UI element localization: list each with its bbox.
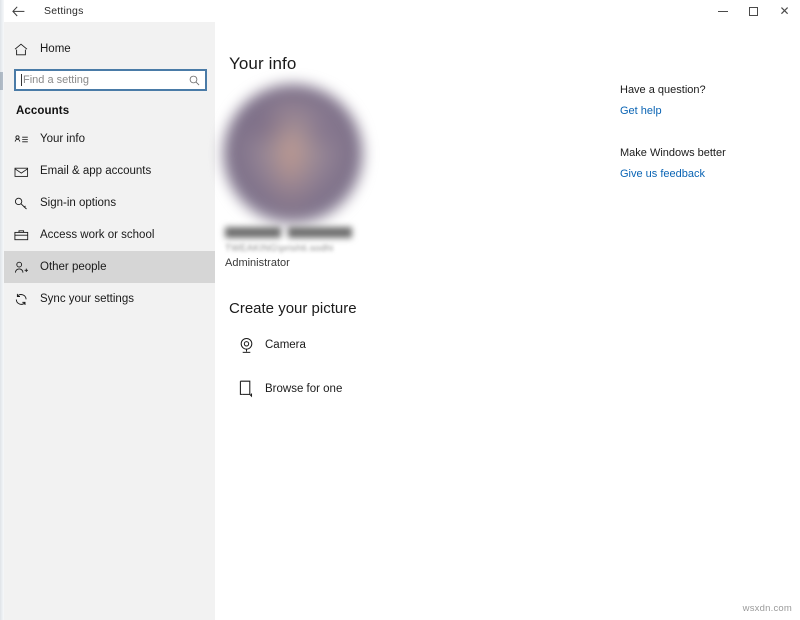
account-domain-user: TWEAKING\prishti.sodhi bbox=[225, 243, 334, 254]
sidebar-item-your-info[interactable]: Your info bbox=[0, 123, 215, 155]
settings-window: Settings ✕ Home Find a setting Accounts … bbox=[0, 0, 800, 620]
title-bar: Settings ✕ bbox=[0, 0, 800, 22]
help-heading-feedback: Make Windows better bbox=[620, 147, 726, 159]
back-button[interactable] bbox=[0, 0, 36, 22]
sidebar-item-other-people-label: Other people bbox=[40, 261, 107, 273]
help-group-feedback: Make Windows better Give us feedback bbox=[620, 147, 800, 182]
maximize-icon bbox=[749, 6, 758, 16]
sidebar-item-access-work-school-label: Access work or school bbox=[40, 229, 155, 241]
account-role: Administrator bbox=[225, 257, 290, 269]
browse-file-icon bbox=[231, 379, 261, 399]
camera-action-label: Camera bbox=[265, 339, 306, 351]
page-title: Your info bbox=[229, 54, 297, 73]
camera-icon bbox=[231, 336, 261, 355]
text-caret bbox=[21, 74, 22, 86]
window-body: Home Find a setting Accounts Your info E… bbox=[0, 22, 800, 620]
give-feedback-link[interactable]: Give us feedback bbox=[620, 168, 705, 180]
sidebar-item-sync-your-settings-label: Sync your settings bbox=[40, 293, 134, 305]
account-name-redacted bbox=[225, 227, 357, 238]
help-rail: Have a question? Get help Make Windows b… bbox=[620, 84, 800, 210]
sync-icon bbox=[14, 293, 40, 306]
search-input[interactable]: Find a setting bbox=[14, 69, 207, 91]
home-icon bbox=[14, 43, 40, 56]
browse-action[interactable]: Browse for one bbox=[231, 374, 342, 404]
browse-action-label: Browse for one bbox=[265, 383, 343, 395]
sidebar-item-email-app-accounts-label: Email & app accounts bbox=[40, 165, 152, 177]
back-arrow-icon bbox=[11, 5, 25, 17]
key-icon bbox=[14, 197, 40, 210]
sidebar-item-sign-in-options-label: Sign-in options bbox=[40, 197, 117, 209]
close-icon: ✕ bbox=[779, 4, 790, 18]
sidebar-item-access-work-school[interactable]: Access work or school bbox=[0, 219, 215, 251]
window-controls: ✕ bbox=[707, 0, 800, 22]
create-picture-heading: Create your picture bbox=[229, 300, 357, 317]
person-add-icon bbox=[14, 261, 40, 274]
envelope-icon bbox=[14, 166, 40, 177]
window-left-border-accent bbox=[0, 72, 3, 90]
search-container: Find a setting bbox=[14, 69, 207, 91]
sidebar-nav-list: Your info Email & app accounts Sign-in o… bbox=[0, 123, 215, 315]
id-card-icon bbox=[14, 134, 40, 145]
sidebar-item-sign-in-options[interactable]: Sign-in options bbox=[0, 187, 215, 219]
search-placeholder: Find a setting bbox=[23, 74, 90, 86]
search-icon[interactable] bbox=[189, 75, 200, 86]
sidebar-item-home-label: Home bbox=[40, 43, 71, 55]
sidebar-item-your-info-label: Your info bbox=[40, 133, 85, 145]
sidebar-item-other-people[interactable]: Other people bbox=[0, 251, 215, 283]
window-left-border bbox=[0, 0, 4, 620]
minimize-button[interactable] bbox=[707, 0, 738, 22]
site-watermark: wsxdn.com bbox=[742, 603, 792, 614]
sidebar-group-header: Accounts bbox=[16, 105, 70, 117]
close-button[interactable]: ✕ bbox=[769, 0, 800, 22]
help-heading-question: Have a question? bbox=[620, 84, 706, 96]
user-avatar-blurred[interactable] bbox=[223, 84, 363, 224]
get-help-link[interactable]: Get help bbox=[620, 105, 662, 117]
sidebar-item-home[interactable]: Home bbox=[4, 36, 215, 62]
sidebar-item-email-app-accounts[interactable]: Email & app accounts bbox=[0, 155, 215, 187]
maximize-button[interactable] bbox=[738, 0, 769, 22]
camera-action[interactable]: Camera bbox=[231, 330, 306, 360]
sidebar-item-sync-your-settings[interactable]: Sync your settings bbox=[0, 283, 215, 315]
minimize-icon bbox=[717, 10, 728, 12]
help-group-question: Have a question? Get help bbox=[620, 84, 800, 119]
window-title: Settings bbox=[44, 5, 84, 17]
main-content: Your info TWEAKING\prishti.sodhi Adminis… bbox=[215, 22, 800, 620]
settings-sidebar: Home Find a setting Accounts Your info E… bbox=[0, 22, 215, 620]
briefcase-icon bbox=[14, 229, 40, 241]
